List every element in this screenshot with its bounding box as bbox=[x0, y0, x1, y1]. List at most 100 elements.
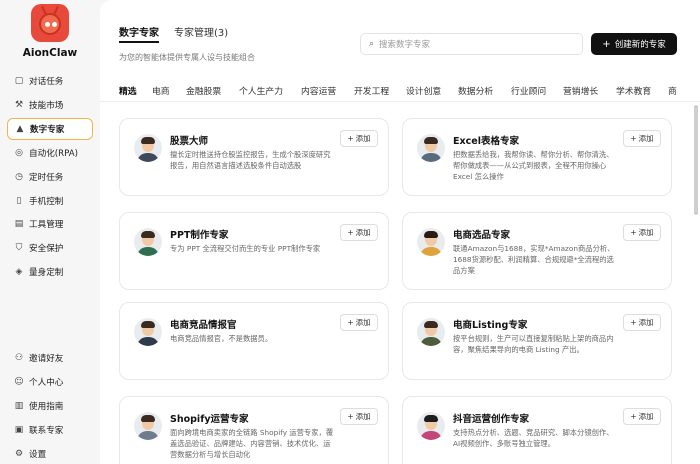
sidebar-item-phone-control[interactable]: ▯ 手机控制 bbox=[7, 190, 93, 212]
sidebar-item-label: 数字专家 bbox=[30, 125, 65, 135]
book-icon: ▥ bbox=[14, 401, 24, 411]
category-tab-more[interactable]: 商 bbox=[668, 84, 677, 97]
app-name: AionClaw bbox=[22, 47, 78, 59]
sidebar: AionClaw ▢ 对话任务 ⚒ 技能市场 ▲ 数字专家 ◎ 自动化(RPA) ◷ 定时… bbox=[0, 0, 100, 464]
add-label: 添加 bbox=[355, 134, 371, 143]
sidebar-item-settings[interactable]: ⚙ 设置 bbox=[7, 443, 93, 464]
add-expert-button[interactable]: + 添加 bbox=[340, 130, 378, 147]
sidebar-item-label: 邀请好友 bbox=[29, 354, 64, 364]
wrench-icon: ⚒ bbox=[14, 100, 24, 110]
add-expert-button[interactable]: + 添加 bbox=[340, 224, 378, 241]
category-tab-ecommerce[interactable]: 电商 bbox=[152, 84, 170, 97]
main-panel: 数字专家 专家管理(3) 为您的智能体提供专属人设与技能组合 ⌕ 搜索数字专家 … bbox=[100, 0, 700, 464]
expert-title: 电商竞品情报官 bbox=[170, 320, 237, 331]
expert-title: PPT制作专家 bbox=[170, 230, 229, 241]
sidebar-item-label: 个人中心 bbox=[29, 378, 64, 388]
expert-avatar bbox=[417, 134, 445, 162]
add-label: 添加 bbox=[355, 318, 371, 327]
sidebar-item-digital-experts[interactable]: ▲ 数字专家 bbox=[7, 118, 93, 140]
sidebar-item-scheduled-tasks[interactable]: ◷ 定时任务 bbox=[7, 166, 93, 188]
plus-icon: + bbox=[347, 318, 354, 327]
expert-description: 按平台规则，生产可以直接复制粘贴上架的商品内容，聚焦结果导向的电商 Listin… bbox=[453, 334, 614, 354]
sidebar-item-skill-market[interactable]: ⚒ 技能市场 bbox=[7, 94, 93, 116]
expert-avatar bbox=[417, 318, 445, 346]
category-tab-productivity[interactable]: 个人生产力 bbox=[239, 84, 283, 97]
sidebar-item-automation[interactable]: ◎ 自动化(RPA) bbox=[7, 142, 93, 164]
sidebar-item-invite-friends[interactable]: ⚇ 邀请好友 bbox=[7, 347, 93, 369]
briefcase-icon: ▣ bbox=[14, 425, 24, 435]
add-expert-button[interactable]: + 添加 bbox=[340, 314, 378, 331]
sidebar-item-guide[interactable]: ▥ 使用指南 bbox=[7, 395, 93, 417]
tab-digital-experts[interactable]: 数字专家 bbox=[119, 24, 159, 39]
expert-title: 电商Listing专家 bbox=[453, 320, 528, 331]
expert-card[interactable]: PPT制作专家 专为 PPT 全流程交付而生的专业 PPT制作专家 + 添加 bbox=[119, 212, 389, 290]
shield-icon: ⛉ bbox=[15, 243, 23, 253]
expert-avatar bbox=[417, 228, 445, 256]
expert-title: 抖音运营创作专家 bbox=[453, 414, 530, 425]
expert-card[interactable]: 电商选品专家 联通Amazon与1688，实现*Amazon商品分析、1688货… bbox=[402, 212, 672, 290]
expert-card[interactable]: Shopify运营专家 面向跨境电商卖家的全链路 Shopify 运营专家，覆盖… bbox=[119, 396, 389, 464]
sidebar-item-label: 工具管理 bbox=[29, 220, 64, 230]
automation-icon: ◎ bbox=[15, 148, 23, 158]
sidebar-item-label: 量身定制 bbox=[29, 268, 64, 278]
category-tab-academic[interactable]: 学术教育 bbox=[616, 84, 651, 97]
expert-avatar bbox=[134, 134, 162, 162]
expert-avatar bbox=[134, 412, 162, 440]
expert-title: Shopify运营专家 bbox=[170, 414, 249, 425]
plus-icon: + bbox=[630, 134, 637, 143]
sidebar-item-customize[interactable]: ◈ 量身定制 bbox=[7, 261, 93, 283]
category-tab-data-analysis[interactable]: 数据分析 bbox=[458, 84, 493, 97]
category-tab-featured[interactable]: 精选 bbox=[119, 84, 137, 97]
add-label: 添加 bbox=[638, 134, 654, 143]
sidebar-item-chat-tasks[interactable]: ▢ 对话任务 bbox=[7, 70, 93, 92]
category-tab-marketing[interactable]: 营销增长 bbox=[563, 84, 598, 97]
expert-card[interactable]: 电商竞品情报官 电商竞品情报官，不是数据员。 + 添加 bbox=[119, 302, 389, 380]
expert-description: 电商竞品情报官，不是数据员。 bbox=[170, 334, 273, 343]
gear-icon: ⚙ bbox=[14, 449, 24, 459]
add-label: 添加 bbox=[355, 412, 371, 421]
add-expert-button[interactable]: + 添加 bbox=[623, 314, 661, 331]
plus-icon: + bbox=[630, 412, 637, 421]
expert-description: 面向跨境电商卖家的全链路 Shopify 运营专家，覆盖选品验证、品牌建站、内容… bbox=[170, 428, 334, 459]
expert-card[interactable]: 抖音运营创作专家 支持热点分析、选题、竞品研究、脚本分镜创作、AI视频创作、多账… bbox=[402, 396, 672, 464]
expert-description: 联通Amazon与1688，实现*Amazon商品分析、1688货源秒配、利润精… bbox=[453, 244, 615, 275]
add-expert-button[interactable]: + 添加 bbox=[340, 408, 378, 425]
add-expert-button[interactable]: + 添加 bbox=[623, 130, 661, 147]
add-expert-button[interactable]: + 添加 bbox=[623, 224, 661, 241]
category-tab-engineering[interactable]: 开发工程 bbox=[354, 84, 389, 97]
user-icon: ☺ bbox=[14, 377, 24, 387]
app-logo bbox=[31, 4, 69, 42]
search-icon: ⌕ bbox=[369, 39, 375, 49]
expert-title: 股票大师 bbox=[170, 136, 209, 147]
search-input[interactable]: ⌕ 搜索数字专家 bbox=[360, 33, 583, 55]
create-expert-button[interactable]: + 创建新的专家 bbox=[591, 33, 677, 55]
add-label: 添加 bbox=[638, 412, 654, 421]
sidebar-item-profile[interactable]: ☺ 个人中心 bbox=[7, 371, 93, 393]
expert-description: 把数据丢给我，我帮你读、帮你分析、帮你清洗、帮你做成表——从公式到报表，全程不用… bbox=[453, 150, 614, 181]
scrollbar[interactable] bbox=[694, 105, 698, 215]
add-label: 添加 bbox=[355, 228, 371, 237]
add-label: 添加 bbox=[638, 228, 654, 237]
add-expert-button[interactable]: + 添加 bbox=[623, 408, 661, 425]
expert-description: 擅长定时推送持仓股监控报告，生成个股深度研究报告，用自然语言描述选股条件自动选股 bbox=[170, 150, 331, 170]
sidebar-item-contact-expert[interactable]: ▣ 联系专家 bbox=[7, 419, 93, 441]
expert-card[interactable]: Excel表格专家 把数据丢给我，我帮你读、帮你分析、帮你清洗、帮你做成表——从… bbox=[402, 118, 672, 196]
expert-title: 电商选品专家 bbox=[453, 230, 511, 241]
expert-description: 专为 PPT 全流程交付而生的专业 PPT制作专家 bbox=[170, 244, 321, 253]
search-placeholder: 搜索数字专家 bbox=[379, 40, 431, 50]
category-tab-design[interactable]: 设计创意 bbox=[406, 84, 441, 97]
sidebar-item-tool-management[interactable]: ▤ 工具管理 bbox=[7, 213, 93, 235]
category-tab-industry-advisor[interactable]: 行业顾问 bbox=[511, 84, 546, 97]
toolbox-icon: ▤ bbox=[14, 219, 24, 229]
create-expert-label: 创建新的专家 bbox=[614, 40, 666, 50]
sidebar-item-security[interactable]: ⛉ 安全保护 bbox=[7, 237, 93, 259]
expert-card[interactable]: 电商Listing专家 按平台规则，生产可以直接复制粘贴上架的商品内容，聚焦结果… bbox=[402, 302, 672, 380]
badge-icon: ◈ bbox=[15, 267, 23, 277]
expert-title: Excel表格专家 bbox=[453, 136, 519, 147]
tab-expert-management[interactable]: 专家管理(3) bbox=[174, 24, 228, 39]
page-subtitle: 为您的智能体提供专属人设与技能组合 bbox=[119, 53, 255, 62]
sidebar-item-label: 联系专家 bbox=[29, 426, 64, 436]
expert-card[interactable]: 股票大师 擅长定时推送持仓股监控报告，生成个股深度研究报告，用自然语言描述选股条… bbox=[119, 118, 389, 196]
category-tab-finance[interactable]: 金融股票 bbox=[186, 84, 221, 97]
category-tab-content-ops[interactable]: 内容运营 bbox=[301, 84, 336, 97]
